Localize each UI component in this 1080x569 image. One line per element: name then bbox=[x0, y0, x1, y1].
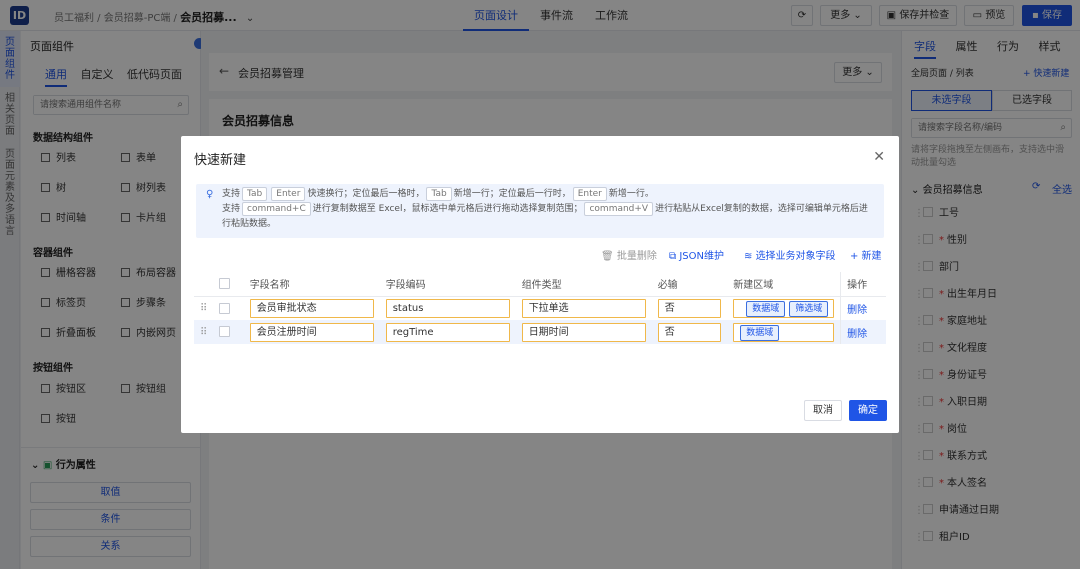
close-icon[interactable]: ✕ bbox=[873, 149, 885, 165]
cell-field-code[interactable]: regTime bbox=[385, 322, 510, 342]
cell-field-name[interactable]: 会员注册时间 bbox=[249, 322, 374, 342]
cell-new-area[interactable]: 数据域 bbox=[733, 322, 835, 342]
select-biz-label: 选择业务对象字段 bbox=[755, 251, 836, 262]
area-tag: 数据域 bbox=[746, 300, 786, 317]
col-header: 操作 bbox=[840, 272, 886, 297]
cell-required[interactable]: 否 bbox=[657, 322, 722, 342]
cancel-button[interactable]: 取消 bbox=[804, 400, 842, 421]
table-header-row: 字段名称 字段编码 组件类型 必输 新建区域 操作 bbox=[194, 272, 886, 297]
json-icon: ⧉ bbox=[669, 251, 680, 262]
field-table: 字段名称 字段编码 组件类型 必输 新建区域 操作 ⠿ 会员审批状态 statu… bbox=[194, 272, 886, 344]
notice-text: 快速换行；定位最后一格时， bbox=[307, 189, 425, 199]
json-label: JSON维护 bbox=[679, 251, 724, 262]
area-tag: 筛选域 bbox=[789, 300, 829, 317]
kbd-copy: command+C bbox=[242, 202, 311, 216]
cell-field-code[interactable]: status bbox=[385, 298, 510, 318]
row-checkbox[interactable] bbox=[219, 326, 231, 338]
notice-text: 新增一行。 bbox=[608, 189, 654, 199]
notice-line-2: 支持 command+C 进行复制数据至 Excel，鼠标选中单元格后进行拖动选择复… bbox=[222, 202, 874, 232]
kbd-tab: Tab bbox=[242, 187, 268, 201]
cell-required[interactable]: 否 bbox=[657, 298, 722, 318]
drag-col bbox=[194, 272, 214, 297]
confirm-button[interactable]: 确定 bbox=[849, 400, 887, 421]
json-button[interactable]: ⧉ JSON维护 bbox=[669, 247, 724, 262]
notice-text: 进行复制数据至 Excel，鼠标选中单元格后进行拖动选择复制范围； bbox=[312, 204, 583, 214]
notice-text: 新增一行；定位最后一行时， bbox=[453, 189, 571, 199]
lightbulb-icon: ♀ bbox=[206, 189, 214, 200]
notice-text: 支持 bbox=[222, 189, 241, 199]
drag-handle-icon[interactable]: ⠿ bbox=[194, 320, 214, 344]
notice-line-1: 支持 Tab Enter 快速换行；定位最后一格时， Tab 新增一行；定位最后一行时， E… bbox=[222, 187, 874, 202]
cell-new-area[interactable]: 数据域 筛选域 bbox=[733, 298, 835, 318]
kbd-paste: command+V bbox=[584, 202, 654, 216]
layers-icon: ≋ bbox=[744, 251, 756, 262]
batch-delete-label: 批量删除 bbox=[616, 251, 657, 262]
col-header: 字段编码 bbox=[379, 272, 516, 297]
notice-text: 支持 bbox=[222, 204, 241, 214]
shortcut-notice: ♀ 支持 Tab Enter 快速换行；定位最后一格时， Tab 新增一行；定位最后一行时… bbox=[196, 184, 884, 238]
table-row: ⠿ 会员注册时间 regTime 日期时间 否 数据域 删除 bbox=[194, 320, 886, 344]
trash-icon: 🗑 bbox=[601, 251, 617, 262]
kbd-enter: Enter bbox=[271, 187, 306, 201]
dialog-title: 快速新建 bbox=[194, 153, 247, 168]
cell-field-name[interactable]: 会员审批状态 bbox=[249, 298, 374, 318]
col-header: 新建区域 bbox=[727, 272, 841, 297]
kbd-enter: Enter bbox=[572, 187, 607, 201]
cell-component-type[interactable]: 日期时间 bbox=[521, 322, 646, 342]
col-header: 组件类型 bbox=[515, 272, 652, 297]
select-biz-fields-button[interactable]: ≋ 选择业务对象字段 bbox=[744, 247, 836, 262]
table-row: ⠿ 会员审批状态 status 下拉单选 否 数据域 筛选域 删除 bbox=[194, 296, 886, 320]
checkbox-col bbox=[213, 272, 244, 297]
delete-row-link[interactable]: 删除 bbox=[847, 329, 867, 340]
select-all-checkbox[interactable] bbox=[219, 278, 231, 289]
kbd-tab: Tab bbox=[426, 187, 452, 201]
quick-create-dialog: 快速新建 ✕ ♀ 支持 Tab Enter 快速换行；定位最后一格时， Tab 新增一行；… bbox=[181, 136, 899, 433]
new-row-button[interactable]: + 新建 bbox=[850, 247, 882, 262]
drag-handle-icon[interactable]: ⠿ bbox=[194, 296, 213, 320]
col-header: 必输 bbox=[651, 272, 728, 297]
row-checkbox[interactable] bbox=[219, 302, 231, 314]
batch-delete-button[interactable]: 🗑 批量删除 bbox=[601, 247, 657, 262]
delete-row-link[interactable]: 删除 bbox=[847, 305, 867, 316]
area-tag: 数据域 bbox=[740, 324, 780, 341]
col-header: 字段名称 bbox=[243, 272, 380, 297]
cell-component-type[interactable]: 下拉单选 bbox=[521, 298, 646, 318]
